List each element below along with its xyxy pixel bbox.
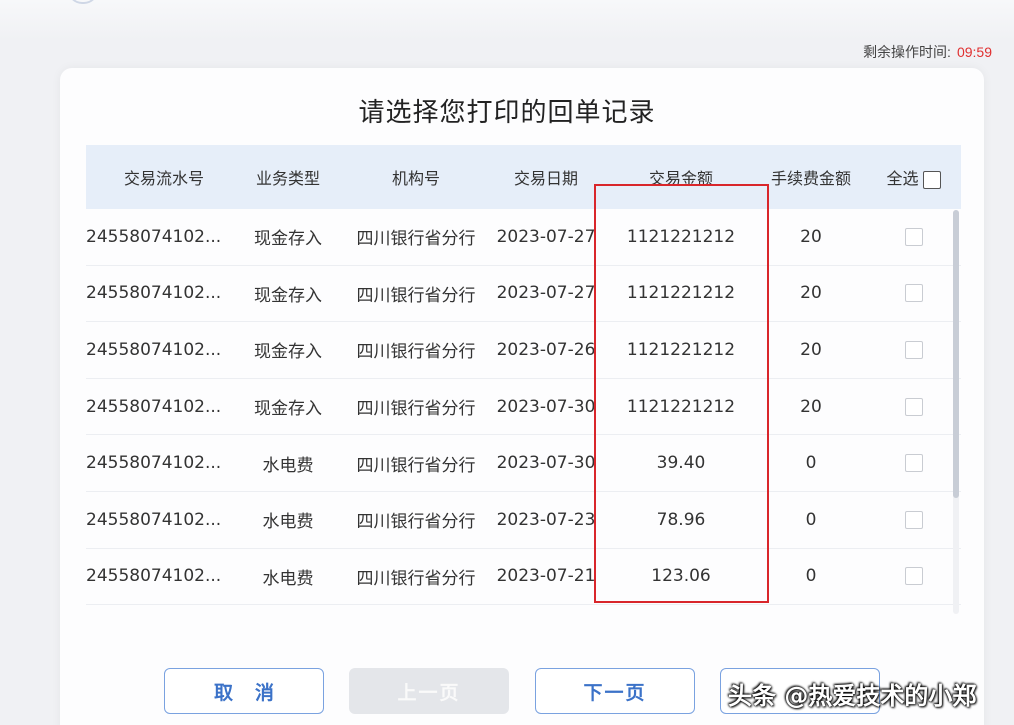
cell-serial: 24558074102... — [86, 509, 222, 530]
cell-date: 2023-07-23 — [496, 509, 596, 530]
cell-date: 2023-07-30 — [496, 396, 596, 417]
row-checkbox[interactable] — [904, 454, 923, 473]
row-select-cell — [866, 453, 961, 473]
table-row[interactable]: 24558074102... 水电费 四川银行省分行 2023-07-21 123.06… — [86, 549, 961, 606]
cell-type: 水电费 — [262, 568, 314, 589]
cell-type: 现金存入 — [254, 285, 322, 306]
cell-serial: 24558074102... — [86, 453, 222, 474]
cell-serial: 24558074102... — [86, 396, 222, 417]
table-row[interactable]: 24558074102... 现金存入 四川银行省分行 2023-07-26 11212… — [86, 322, 961, 379]
cell-date: 2023-07-26 — [496, 339, 596, 360]
header-fee: 手续费金额 — [770, 169, 851, 188]
row-select-cell — [866, 283, 961, 303]
header-org: 机构号 — [391, 169, 440, 188]
cell-serial: 24558074102... — [86, 283, 222, 304]
table-row[interactable]: 24558074102... 现金存入 四川银行省分行 2023-07-30 11212… — [86, 379, 961, 436]
row-checkbox[interactable] — [904, 510, 923, 529]
select-all-label: 全选 — [886, 169, 919, 188]
cell-fee: 20 — [800, 283, 822, 304]
cell-serial: 24558074102... — [86, 566, 222, 587]
cell-org: 四川银行省分行 — [356, 455, 476, 476]
next-page-button[interactable]: 下一页 — [535, 668, 695, 714]
cell-fee: 20 — [800, 226, 822, 247]
row-select-cell — [866, 340, 961, 360]
cell-type: 现金存入 — [254, 342, 322, 363]
header-type: 业务类型 — [255, 169, 320, 188]
row-checkbox[interactable] — [904, 397, 923, 416]
row-checkbox[interactable] — [904, 340, 923, 359]
cell-date: 2023-07-27 — [496, 283, 596, 304]
select-all[interactable]: 全选 — [866, 165, 961, 189]
cell-type: 现金存入 — [254, 229, 322, 250]
row-checkbox[interactable] — [904, 567, 923, 586]
cell-org: 四川银行省分行 — [356, 512, 476, 533]
cell-serial: 24558074102... — [86, 339, 222, 360]
prev-page-button[interactable]: 上一页 — [349, 668, 509, 714]
header-serial: 交易流水号 — [123, 169, 204, 188]
cell-fee: 20 — [800, 396, 822, 417]
table-row[interactable]: 24558074102... 水电费 四川银行省分行 2023-07-23 78.96 0 — [86, 492, 961, 549]
cell-type: 水电费 — [262, 512, 314, 533]
select-all-checkbox[interactable] — [922, 170, 941, 189]
cell-date: 2023-07-27 — [496, 226, 596, 247]
header-date: 交易日期 — [513, 169, 578, 188]
watermark: 头条 @热爱技术的小郑 — [728, 682, 977, 710]
row-select-cell — [866, 566, 961, 586]
cell-type: 水电费 — [262, 455, 314, 476]
table-row[interactable]: 24558074102... 水电费 四川银行省分行 2023-07-30 39.40 0 — [86, 435, 961, 492]
cell-fee: 20 — [800, 339, 822, 360]
cell-fee: 0 — [805, 566, 817, 587]
timer-value: 09:59 — [956, 44, 992, 60]
row-checkbox[interactable] — [904, 227, 923, 246]
cell-org: 四川银行省分行 — [356, 399, 476, 420]
scrollbar-thumb[interactable] — [953, 210, 959, 498]
cell-org: 四川银行省分行 — [356, 342, 476, 363]
cell-date: 2023-07-21 — [496, 566, 596, 587]
cancel-button[interactable]: 取消 — [164, 668, 324, 714]
table-header: 交易流水号 业务类型 机构号 交易日期 交易金额 手续费金额 全选 — [86, 145, 961, 209]
table-row[interactable]: 24558074102... 现金存入 四川银行省分行 2023-07-27 11212… — [86, 266, 961, 323]
row-checkbox[interactable] — [904, 284, 923, 303]
row-select-cell — [866, 227, 961, 247]
page-title: 请选择您打印的回单记录 — [358, 98, 656, 128]
records-table: 交易流水号 业务类型 机构号 交易日期 交易金额 手续费金额 全选 245580… — [86, 145, 961, 615]
amount-highlight-box — [594, 184, 769, 603]
row-select-cell — [866, 397, 961, 417]
timer-label: 剩余操作时间: — [863, 44, 951, 60]
table-body: 24558074102... 现金存入 四川银行省分行 2023-07-27 11212… — [86, 209, 961, 606]
cell-org: 四川银行省分行 — [356, 285, 476, 306]
countdown-timer: 剩余操作时间: 09:59 — [863, 42, 992, 62]
cell-date: 2023-07-30 — [496, 453, 596, 474]
cell-serial: 24558074102... — [86, 226, 222, 247]
cell-fee: 0 — [805, 453, 817, 474]
cell-org: 四川银行省分行 — [356, 229, 476, 250]
top-bar — [0, 0, 1014, 40]
cell-org: 四川银行省分行 — [356, 568, 476, 589]
cell-fee: 0 — [805, 509, 817, 530]
row-select-cell — [866, 510, 961, 530]
table-row[interactable]: 24558074102... 现金存入 四川银行省分行 2023-07-27 11212… — [86, 209, 961, 266]
cell-type: 现金存入 — [254, 399, 322, 420]
